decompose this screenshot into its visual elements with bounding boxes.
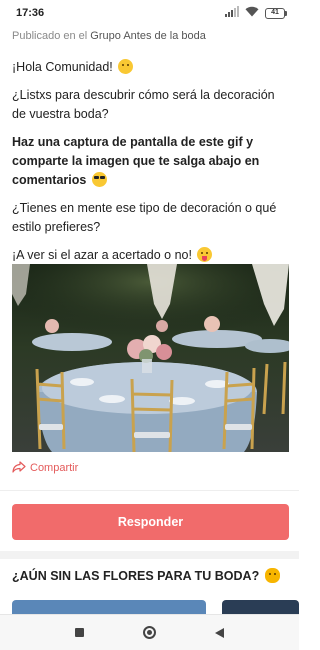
signal-icon bbox=[225, 4, 239, 22]
status-time: 17:36 bbox=[16, 7, 45, 19]
back-icon bbox=[215, 627, 224, 638]
home-button[interactable] bbox=[140, 623, 160, 643]
status-icons: 41 bbox=[225, 4, 287, 22]
post-body: ¡Hola Comunidad! ¿Listxs para descubrir … bbox=[12, 58, 290, 274]
post-paragraph-instruction: Haz una captura de pantalla de este gif … bbox=[12, 133, 290, 190]
post-paragraph-style-question: ¿Tienes en mente ese tipo de decoración … bbox=[12, 199, 290, 237]
divider bbox=[0, 490, 299, 491]
share-label: Compartir bbox=[30, 462, 79, 474]
promo-card[interactable] bbox=[12, 600, 206, 614]
battery-level: 41 bbox=[265, 7, 285, 19]
post-paragraph-text: ¡Hola Comunidad! bbox=[12, 60, 113, 74]
share-button[interactable]: Compartir bbox=[12, 459, 78, 477]
promo-section-title: ¿AÚN SIN LAS FLORES PARA TU BODA? bbox=[12, 568, 280, 583]
post-paragraph-text: ¿Tienes en mente ese tipo de decoración … bbox=[12, 201, 277, 234]
post-paragraph-closing: ¡A ver si el azar a acertado o no! bbox=[12, 246, 290, 265]
recent-apps-button[interactable] bbox=[70, 623, 90, 643]
battery-tip bbox=[285, 10, 287, 16]
published-in-line: Publicado en el Grupo Antes de la boda bbox=[12, 26, 292, 46]
wifi-icon bbox=[245, 4, 259, 22]
home-icon bbox=[143, 626, 156, 639]
tongue-emoji-icon bbox=[197, 247, 213, 262]
system-nav-bar bbox=[0, 614, 299, 650]
post-paragraph-question: ¿Listxs para descubrir cómo será la deco… bbox=[12, 86, 290, 124]
post-paragraph-text: ¿Listxs para descubrir cómo será la deco… bbox=[12, 88, 275, 121]
sunflower-emoji-icon bbox=[264, 568, 280, 583]
reply-button[interactable]: Responder bbox=[12, 504, 289, 540]
recent-apps-icon bbox=[75, 628, 84, 637]
sunglasses-emoji-icon bbox=[91, 172, 107, 187]
group-link[interactable]: Grupo Antes de la boda bbox=[90, 30, 206, 42]
status-bar: 17:36 41 bbox=[0, 0, 299, 26]
promo-title-text: ¿AÚN SIN LAS FLORES PARA TU BODA? bbox=[12, 569, 260, 583]
post-paragraph-greeting: ¡Hola Comunidad! bbox=[12, 58, 290, 77]
share-icon bbox=[12, 460, 26, 476]
promo-card[interactable] bbox=[222, 600, 299, 614]
post-paragraph-text: ¡A ver si el azar a acertado o no! bbox=[12, 248, 192, 262]
section-separator bbox=[0, 551, 299, 559]
back-button[interactable] bbox=[210, 623, 230, 643]
post-paragraph-text: Haz una captura de pantalla de este gif … bbox=[12, 135, 260, 187]
smile-emoji-icon bbox=[118, 59, 134, 74]
published-prefix: Publicado en el bbox=[12, 30, 88, 42]
post-image[interactable] bbox=[12, 264, 289, 452]
battery-icon: 41 bbox=[265, 7, 287, 19]
